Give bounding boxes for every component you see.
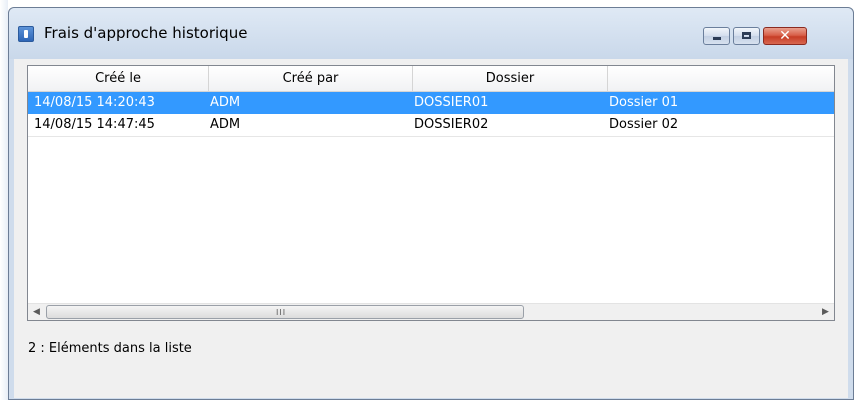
app-icon xyxy=(18,26,34,42)
list-header: Créé le Créé par Dossier xyxy=(28,66,834,92)
item-count-status: 2 : Eléments dans la liste xyxy=(28,341,192,356)
close-icon: ✕ xyxy=(779,28,791,44)
history-window: Frais d'approche historique ✕ Créé le Cr… xyxy=(8,7,854,400)
cell-dossier-code: DOSSIER01 xyxy=(414,95,489,110)
desktop-edge xyxy=(0,0,8,400)
cell-dossier-code: DOSSIER02 xyxy=(414,117,489,132)
title-bar[interactable]: Frais d'approche historique ✕ xyxy=(9,8,853,59)
history-list[interactable]: Créé le Créé par Dossier 14/08/15 14:20:… xyxy=(27,65,835,321)
cell-created-on: 14/08/15 14:20:43 xyxy=(34,95,155,110)
window-title: Frais d'approche historique xyxy=(44,24,248,42)
maximize-button[interactable] xyxy=(733,27,760,45)
column-header-created-by[interactable]: Créé par xyxy=(209,66,413,91)
column-header-created-on[interactable]: Créé le xyxy=(28,66,209,91)
cell-dossier-name: Dossier 01 xyxy=(609,95,679,110)
window-client-area: Créé le Créé par Dossier 14/08/15 14:20:… xyxy=(14,59,848,398)
maximize-icon xyxy=(742,32,751,39)
grip-icon: III xyxy=(276,308,287,317)
close-button[interactable]: ✕ xyxy=(763,27,807,45)
cell-created-on: 14/08/15 14:47:45 xyxy=(34,117,155,132)
scroll-right-icon[interactable]: ▶ xyxy=(817,304,834,320)
minimize-icon xyxy=(713,37,721,40)
table-row[interactable]: 14/08/15 14:47:45 ADM DOSSIER02 Dossier … xyxy=(28,114,834,137)
cell-created-by: ADM xyxy=(210,117,241,132)
cell-dossier-name: Dossier 02 xyxy=(609,117,679,132)
cell-created-by: ADM xyxy=(210,95,241,110)
minimize-button[interactable] xyxy=(703,27,730,45)
table-row-selected[interactable]: 14/08/15 14:20:43 ADM DOSSIER01 Dossier … xyxy=(28,92,834,114)
column-header-description[interactable] xyxy=(608,66,834,91)
scroll-left-icon[interactable]: ◀ xyxy=(28,304,45,320)
column-header-dossier[interactable]: Dossier xyxy=(413,66,608,91)
scrollbar-thumb[interactable]: III xyxy=(46,305,524,319)
horizontal-scrollbar[interactable]: ◀ III ▶ xyxy=(28,303,834,320)
